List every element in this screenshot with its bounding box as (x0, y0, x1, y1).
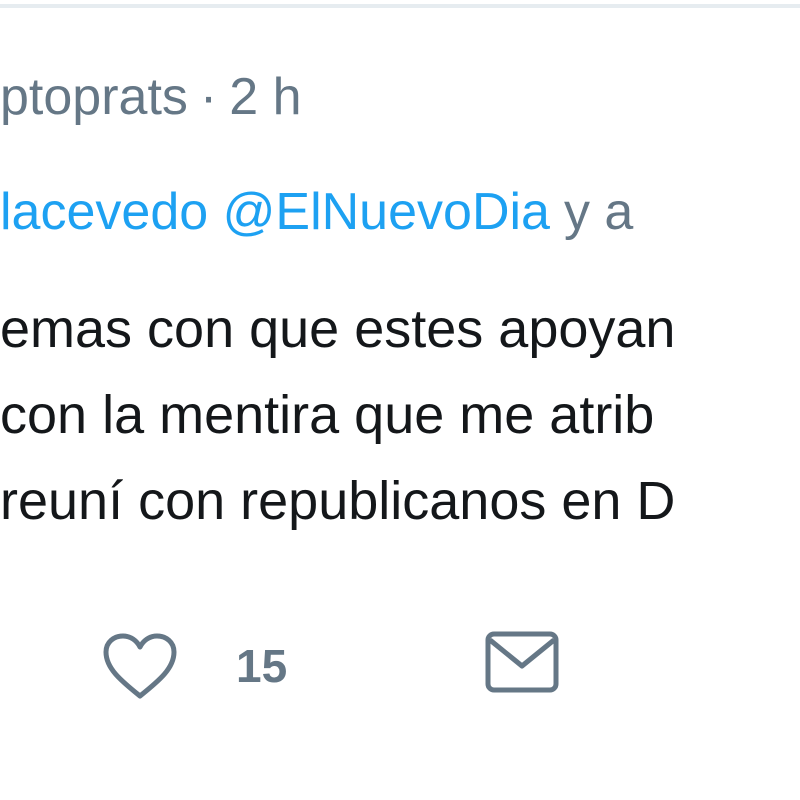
tweet-text-line: emas con que estes apoyan (0, 299, 676, 359)
direct-message-button[interactable] (484, 630, 560, 699)
heart-icon (103, 633, 177, 699)
replying-to-line: lacevedo @ElNuevoDia y a (0, 176, 633, 248)
mention-link-elnuevodia[interactable]: @ElNuevoDia (223, 183, 550, 241)
tweet-text-line: reuní con republicanos en D (0, 471, 676, 531)
tweet-timestamp[interactable]: 2 h (229, 68, 301, 126)
tweet-header: ptoprats · 2 h (0, 62, 302, 132)
mention-link[interactable]: lacevedo (0, 183, 208, 241)
reply-others-text: y a (563, 183, 634, 241)
tweet-screenshot: ptoprats · 2 h lacevedo @ElNuevoDia y a ema… (0, 0, 800, 800)
like-count: 15 (236, 640, 288, 692)
tweet-text: emas con que estes apoyan con la mentira… (0, 286, 800, 544)
envelope-icon (485, 631, 559, 693)
header-separator: · (199, 68, 218, 126)
like-button[interactable]: 15 (100, 626, 287, 706)
tweet-actions: 15 (0, 626, 800, 706)
tweet-text-line: con la mentira que me atrib (0, 385, 655, 445)
author-handle[interactable]: ptoprats (0, 68, 188, 126)
top-divider (0, 4, 800, 8)
